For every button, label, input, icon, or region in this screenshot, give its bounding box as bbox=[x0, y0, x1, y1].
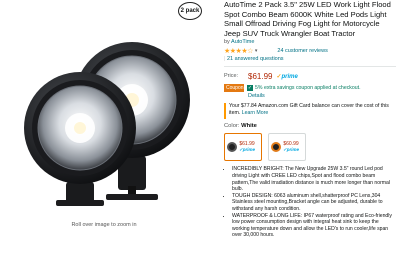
qa-separator: | bbox=[224, 56, 226, 63]
reviews-link[interactable]: 24 customer reviews bbox=[277, 48, 327, 54]
color-swatches: $61.99 ✓prime $60.99 ✓prime bbox=[224, 133, 396, 162]
color-label: Color: bbox=[224, 123, 240, 130]
swatch-prime: ✓prime bbox=[283, 147, 300, 153]
color-swatch-selected[interactable]: $61.99 ✓prime bbox=[224, 133, 262, 162]
feature-bullet: WATERPROOF & LONG LIFE: IP67 waterproof … bbox=[232, 213, 396, 239]
brand-line: by AutoTime bbox=[224, 39, 396, 45]
swatch-info: $60.99 ✓prime bbox=[283, 141, 299, 153]
price-amount: $61.99 bbox=[248, 71, 273, 81]
gift-card-box: Your $77.84 Amazon.com Gift Card balance… bbox=[224, 103, 396, 120]
product-details: AutoTime 2 Pack 3.5" 25W LED Work Light … bbox=[224, 0, 396, 269]
prime-word: prime bbox=[281, 73, 298, 80]
swatch-prime: ✓prime bbox=[239, 147, 256, 153]
color-swatch[interactable]: $60.99 ✓prime bbox=[268, 133, 306, 162]
swatch-info: $61.99 ✓prime bbox=[239, 141, 255, 153]
image-gallery: 2 pack Roll over image to zoom in bbox=[0, 0, 208, 269]
feature-bullets: INCREDIBLY BRIGHT: The New Upgrade 25W 3… bbox=[224, 166, 396, 239]
learn-more-link[interactable]: Learn More bbox=[242, 110, 269, 116]
qa-row: | 21 answered questions bbox=[224, 56, 396, 63]
checkbox-checked-icon[interactable]: ✓ bbox=[247, 85, 253, 92]
coupon-details-link[interactable]: Details bbox=[248, 93, 396, 100]
product-image[interactable] bbox=[24, 18, 200, 206]
star-rating-icon[interactable]: ★★★★☆ bbox=[224, 47, 253, 55]
price-label: Price: bbox=[224, 73, 239, 80]
answered-questions-link[interactable]: 21 answered questions bbox=[227, 56, 284, 62]
product-title: AutoTime 2 Pack 3.5" 25W LED Work Light … bbox=[224, 0, 391, 38]
divider bbox=[224, 66, 396, 68]
color-value: White bbox=[241, 123, 257, 130]
coupon-row: Coupon ✓ 5% extra savings coupon applied… bbox=[224, 83, 396, 93]
feature-bullet: TOUGH DESIGN: 6063 aluminum shell,shatte… bbox=[232, 193, 396, 213]
gift-card-accent bbox=[224, 103, 226, 120]
price-row: Price: $61.99 ✓prime bbox=[224, 70, 396, 82]
swatch-light-icon bbox=[271, 142, 281, 153]
coupon-text: 5% extra savings coupon applied at check… bbox=[255, 85, 361, 92]
coupon-tag: Coupon bbox=[224, 84, 244, 93]
rating-row: ★★★★☆ ▾ 24 customer reviews bbox=[224, 47, 396, 55]
swatch-light-icon bbox=[227, 142, 237, 153]
brand-link[interactable]: AutoTime bbox=[231, 39, 254, 45]
chevron-down-icon[interactable]: ▾ bbox=[255, 48, 258, 54]
brand-prefix: by bbox=[224, 39, 230, 46]
feature-bullet: INCREDIBLY BRIGHT: The New Upgrade 25W 3… bbox=[232, 166, 396, 192]
zoom-hint: Roll over image to zoom in bbox=[71, 222, 137, 228]
color-selector-label: Color: White bbox=[224, 123, 396, 131]
gift-card-message: Your $77.84 Amazon.com Gift Card balance… bbox=[229, 103, 389, 119]
prime-badge: ✓prime bbox=[276, 73, 297, 80]
pack-badge-label: 2 pack bbox=[180, 8, 200, 14]
